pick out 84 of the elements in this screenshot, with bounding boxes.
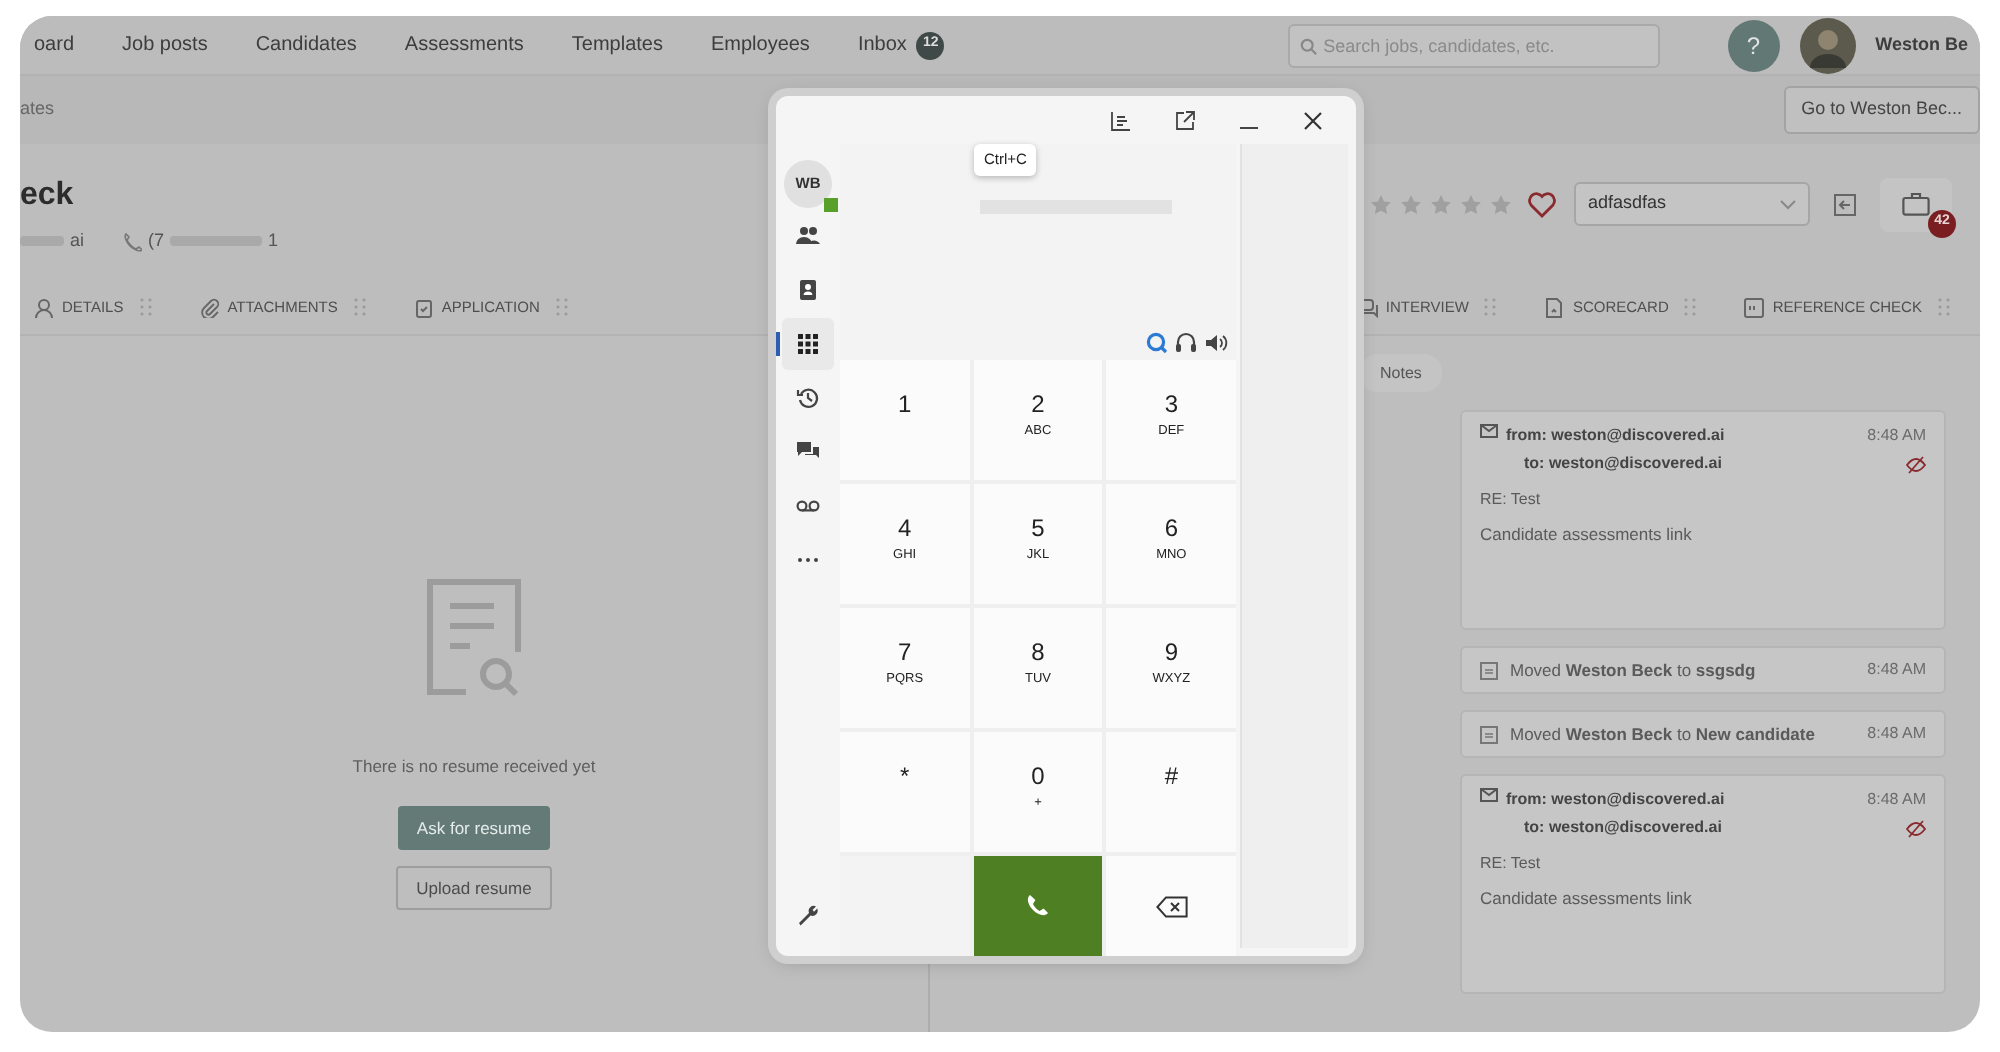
- nav-link[interactable]: oard: [34, 30, 75, 60]
- drag-handle-icon: [139, 298, 152, 316]
- eye-off-icon: [1906, 820, 1926, 838]
- activity-time: 8:48 AM: [1867, 722, 1926, 746]
- activity-time: 8:48 AM: [1867, 658, 1926, 682]
- nav-link[interactable]: Job posts: [122, 30, 208, 60]
- chevron-down-icon: [1780, 199, 1796, 209]
- person-icon: [34, 297, 54, 317]
- popout-icon: [1173, 109, 1195, 131]
- star-icon[interactable]: [1370, 193, 1392, 215]
- star-icon[interactable]: [1490, 193, 1512, 215]
- candidate-phone: 1: [268, 228, 279, 254]
- email-to: to: weston@discovered.ai: [1524, 452, 1722, 476]
- user-name[interactable]: Weston Be: [1875, 31, 1968, 59]
- email-to: to: weston@discovered.ai: [1524, 816, 1722, 840]
- candidate-name: eck: [20, 180, 76, 212]
- envelope-icon: [1480, 424, 1498, 438]
- dial-key[interactable]: *: [840, 732, 970, 852]
- headset-icon[interactable]: [1174, 332, 1198, 354]
- nav-link[interactable]: Employees: [710, 30, 810, 60]
- drag-handle-icon: [353, 298, 366, 316]
- email-time: 8:48 AM: [1867, 424, 1926, 448]
- empty-message: There is no resume received yet: [352, 753, 596, 779]
- address-book-icon: [796, 278, 820, 302]
- email-body: Candidate assessments link: [1480, 522, 1694, 548]
- drag-handle-icon: [1684, 298, 1697, 316]
- phone-icon: [122, 231, 143, 252]
- quote-icon: [1744, 297, 1765, 317]
- phone-icon: [1023, 892, 1052, 920]
- user-avatar[interactable]: [1799, 17, 1856, 73]
- clipboard-icon: [413, 297, 434, 317]
- search-icon[interactable]: [1146, 332, 1168, 354]
- star-icon[interactable]: [1430, 193, 1452, 215]
- breadcrumb-link[interactable]: ates: [20, 96, 55, 124]
- email-from: from: weston@discovered.ai: [1506, 788, 1725, 812]
- stage-select[interactable]: adfasdfas: [1574, 182, 1810, 226]
- close-icon: [1301, 109, 1323, 131]
- star-icon[interactable]: [1400, 193, 1422, 215]
- wrench-icon: [796, 902, 820, 926]
- notes-tab[interactable]: Notes: [1360, 354, 1442, 392]
- email-subject: RE: Test: [1480, 852, 1543, 876]
- nav-link[interactable]: Assessments: [404, 30, 524, 60]
- candidate-phone: (7: [148, 228, 165, 254]
- nav-link[interactable]: Templates: [571, 30, 663, 60]
- chart-icon: [1109, 109, 1131, 131]
- ask-resume-button[interactable]: Ask for resume: [398, 806, 550, 851]
- document-search-icon: [426, 577, 522, 698]
- activity-text: Moved Weston Beck to ssgsdg: [1510, 657, 1756, 683]
- upload-resume-button[interactable]: Upload resume: [396, 866, 552, 911]
- contacts-icon: [796, 224, 820, 248]
- search-field[interactable]: Search jobs, candidates, etc.: [1287, 23, 1660, 67]
- help-button[interactable]: ?: [1727, 19, 1780, 71]
- dial-key[interactable]: 1: [840, 360, 970, 480]
- envelope-icon: [1480, 788, 1498, 802]
- briefcase-icon: [1902, 192, 1930, 216]
- history-icon: [796, 386, 820, 410]
- email-from: from: weston@discovered.ai: [1506, 424, 1725, 448]
- email-subject: RE: Test: [1480, 488, 1543, 512]
- activity-text: Moved Weston Beck to New candidate: [1510, 721, 1815, 747]
- call-button[interactable]: [973, 856, 1103, 956]
- email-body: Candidate assessments link: [1480, 886, 1694, 912]
- go-to-button[interactable]: Go to Weston Bec...: [1783, 86, 1980, 134]
- backspace-icon: [1155, 895, 1188, 917]
- minimize-icon: [1239, 126, 1257, 130]
- dial-key[interactable]: #: [1106, 732, 1236, 852]
- exit-icon[interactable]: [1834, 193, 1856, 215]
- stage-icon: [1480, 725, 1498, 743]
- heart-icon[interactable]: [1528, 191, 1556, 217]
- stage-icon: [1480, 661, 1498, 679]
- drag-handle-icon: [1484, 298, 1497, 316]
- email-time: 8:48 AM: [1867, 788, 1926, 812]
- keypad-icon: [796, 332, 820, 356]
- star-rating[interactable]: [1370, 193, 1512, 215]
- document-icon: [1544, 297, 1565, 317]
- speaker-icon[interactable]: [1204, 332, 1228, 354]
- drag-handle-icon: [555, 298, 568, 316]
- eye-off-icon: [1906, 456, 1926, 474]
- rail-button[interactable]: [782, 318, 834, 370]
- blurred-email: [20, 236, 64, 247]
- paperclip-icon: [199, 297, 220, 317]
- nav-link[interactable]: Candidates: [255, 30, 357, 60]
- candidate-email: ai: [70, 228, 85, 254]
- star-icon[interactable]: [1460, 193, 1482, 215]
- drag-handle-icon: [1937, 298, 1950, 316]
